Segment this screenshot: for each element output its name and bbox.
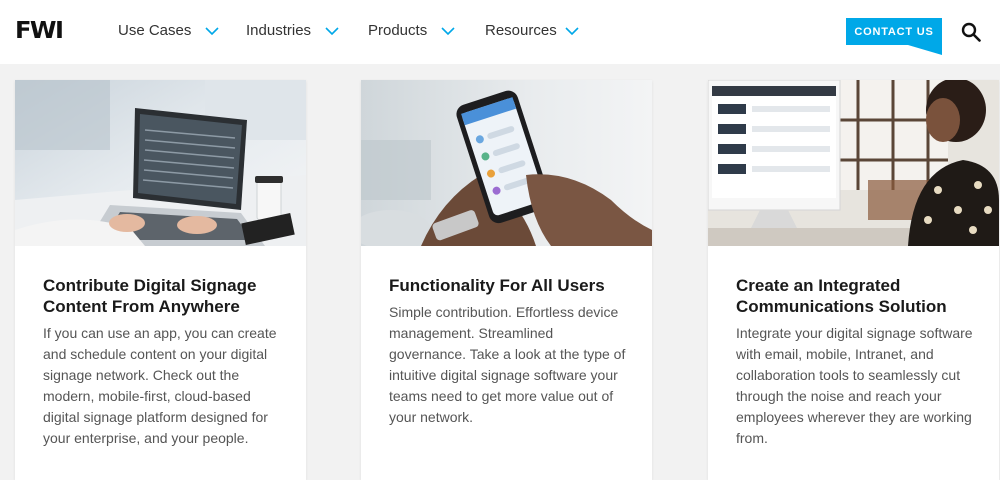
nav-item-products[interactable]: Products: [368, 22, 455, 39]
search-icon[interactable]: [961, 22, 981, 42]
laptop-photo: [15, 80, 306, 246]
nav-item-label: Use Cases: [118, 22, 192, 39]
smartphone-photo: [361, 80, 652, 246]
fwi-logo[interactable]: FWI: [15, 18, 64, 44]
desktop-computer-photo: [708, 80, 999, 246]
feature-card-3: Create an Integrated Communications Solu…: [708, 80, 999, 480]
nav-item-label: Resources: [485, 22, 557, 39]
card-title: Functionality For All Users: [389, 276, 605, 295]
nav-item-industries[interactable]: Industries: [246, 22, 339, 39]
site-header: FWI Use Cases Industries Products Resour…: [0, 0, 1000, 64]
card-description: Simple contribution. Effortless device m…: [389, 304, 626, 425]
feature-card-2: Functionality For All Users Simple contr…: [361, 80, 652, 480]
nav-item-resources[interactable]: Resources: [485, 22, 579, 39]
nav-item-label: Industries: [246, 22, 312, 39]
contact-button-tail: [908, 45, 942, 55]
nav-item-use-cases[interactable]: Use Cases: [118, 22, 219, 39]
card-description: Integrate your digital signage software …: [736, 325, 973, 446]
chevron-down-icon: [441, 26, 455, 35]
feature-card-1: Contribute Digital Signage Content From …: [15, 80, 306, 480]
nav-item-label: Products: [368, 22, 428, 39]
chevron-down-icon: [565, 26, 579, 35]
contact-us-button[interactable]: CONTACT US: [846, 18, 942, 45]
card-title: Contribute Digital Signage Content From …: [43, 276, 257, 316]
chevron-down-icon: [205, 26, 219, 35]
chevron-down-icon: [325, 26, 339, 35]
card-title: Create an Integrated Communications Solu…: [736, 276, 947, 316]
card-description: If you can use an app, you can create an…: [43, 325, 277, 446]
